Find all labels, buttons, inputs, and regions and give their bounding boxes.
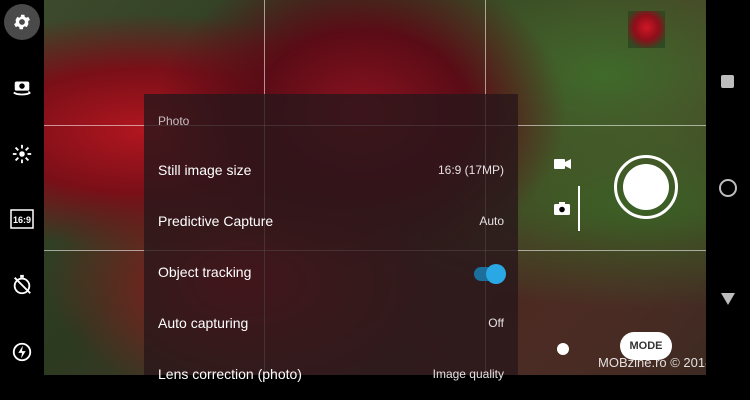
- setting-label: Lens correction (photo): [158, 366, 302, 382]
- back-icon[interactable]: [721, 293, 735, 305]
- setting-label: Auto capturing: [158, 315, 249, 331]
- photo-camera-icon: [554, 202, 570, 215]
- toggle-knob: [486, 264, 506, 284]
- photo-mode-button[interactable]: [554, 202, 570, 220]
- setting-value: 16:9 (17MP): [437, 163, 504, 177]
- flash-button[interactable]: [0, 136, 44, 172]
- setting-row-auto-capturing[interactable]: Auto capturing Off: [144, 298, 518, 349]
- watermark: MOBzine.ro © 2018: [598, 355, 713, 370]
- system-nav-bar: [706, 0, 750, 375]
- flash-auto-icon: [12, 342, 32, 362]
- camera-control-rail: 16:9: [0, 0, 44, 375]
- zoom-handle[interactable]: [557, 343, 569, 355]
- setting-value: Auto: [479, 214, 504, 228]
- setting-label: Still image size: [158, 162, 252, 178]
- aspect-ratio-label: 16:9: [13, 215, 31, 225]
- photo-settings-panel: Photo Still image size 16:9 (17MP) Predi…: [144, 94, 518, 382]
- switch-camera-button[interactable]: [0, 69, 44, 105]
- thumbnail-preview[interactable]: [628, 11, 665, 48]
- video-camera-icon: [554, 159, 571, 169]
- object-tracking-toggle[interactable]: [474, 264, 506, 284]
- setting-row-predictive-capture[interactable]: Predictive Capture Auto: [144, 196, 518, 247]
- setting-row-still-image-size[interactable]: Still image size 16:9 (17MP): [144, 145, 518, 196]
- aspect-ratio-icon: 16:9: [10, 209, 34, 229]
- home-icon[interactable]: [719, 179, 737, 197]
- setting-row-object-tracking[interactable]: Object tracking: [144, 247, 518, 298]
- setting-label: Object tracking: [158, 264, 252, 280]
- self-timer-button[interactable]: [0, 267, 44, 303]
- setting-value: Image quality: [432, 367, 504, 381]
- settings-button[interactable]: [4, 4, 40, 40]
- mode-switch-indicator: [578, 186, 580, 231]
- flash-icon: [12, 144, 32, 164]
- aspect-ratio-button[interactable]: 16:9: [0, 201, 44, 237]
- shutter-button[interactable]: [614, 155, 678, 219]
- flash-mode-button[interactable]: [0, 334, 44, 370]
- settings-icon: [14, 14, 30, 30]
- recent-apps-icon[interactable]: [721, 75, 734, 88]
- setting-label: Predictive Capture: [158, 213, 274, 229]
- shutter-inner: [623, 164, 669, 210]
- setting-value: Off: [488, 316, 504, 330]
- video-mode-button[interactable]: [554, 157, 571, 175]
- switch-camera-icon: [13, 81, 31, 96]
- panel-title: Photo: [158, 114, 190, 128]
- self-timer-off-icon: [13, 274, 31, 295]
